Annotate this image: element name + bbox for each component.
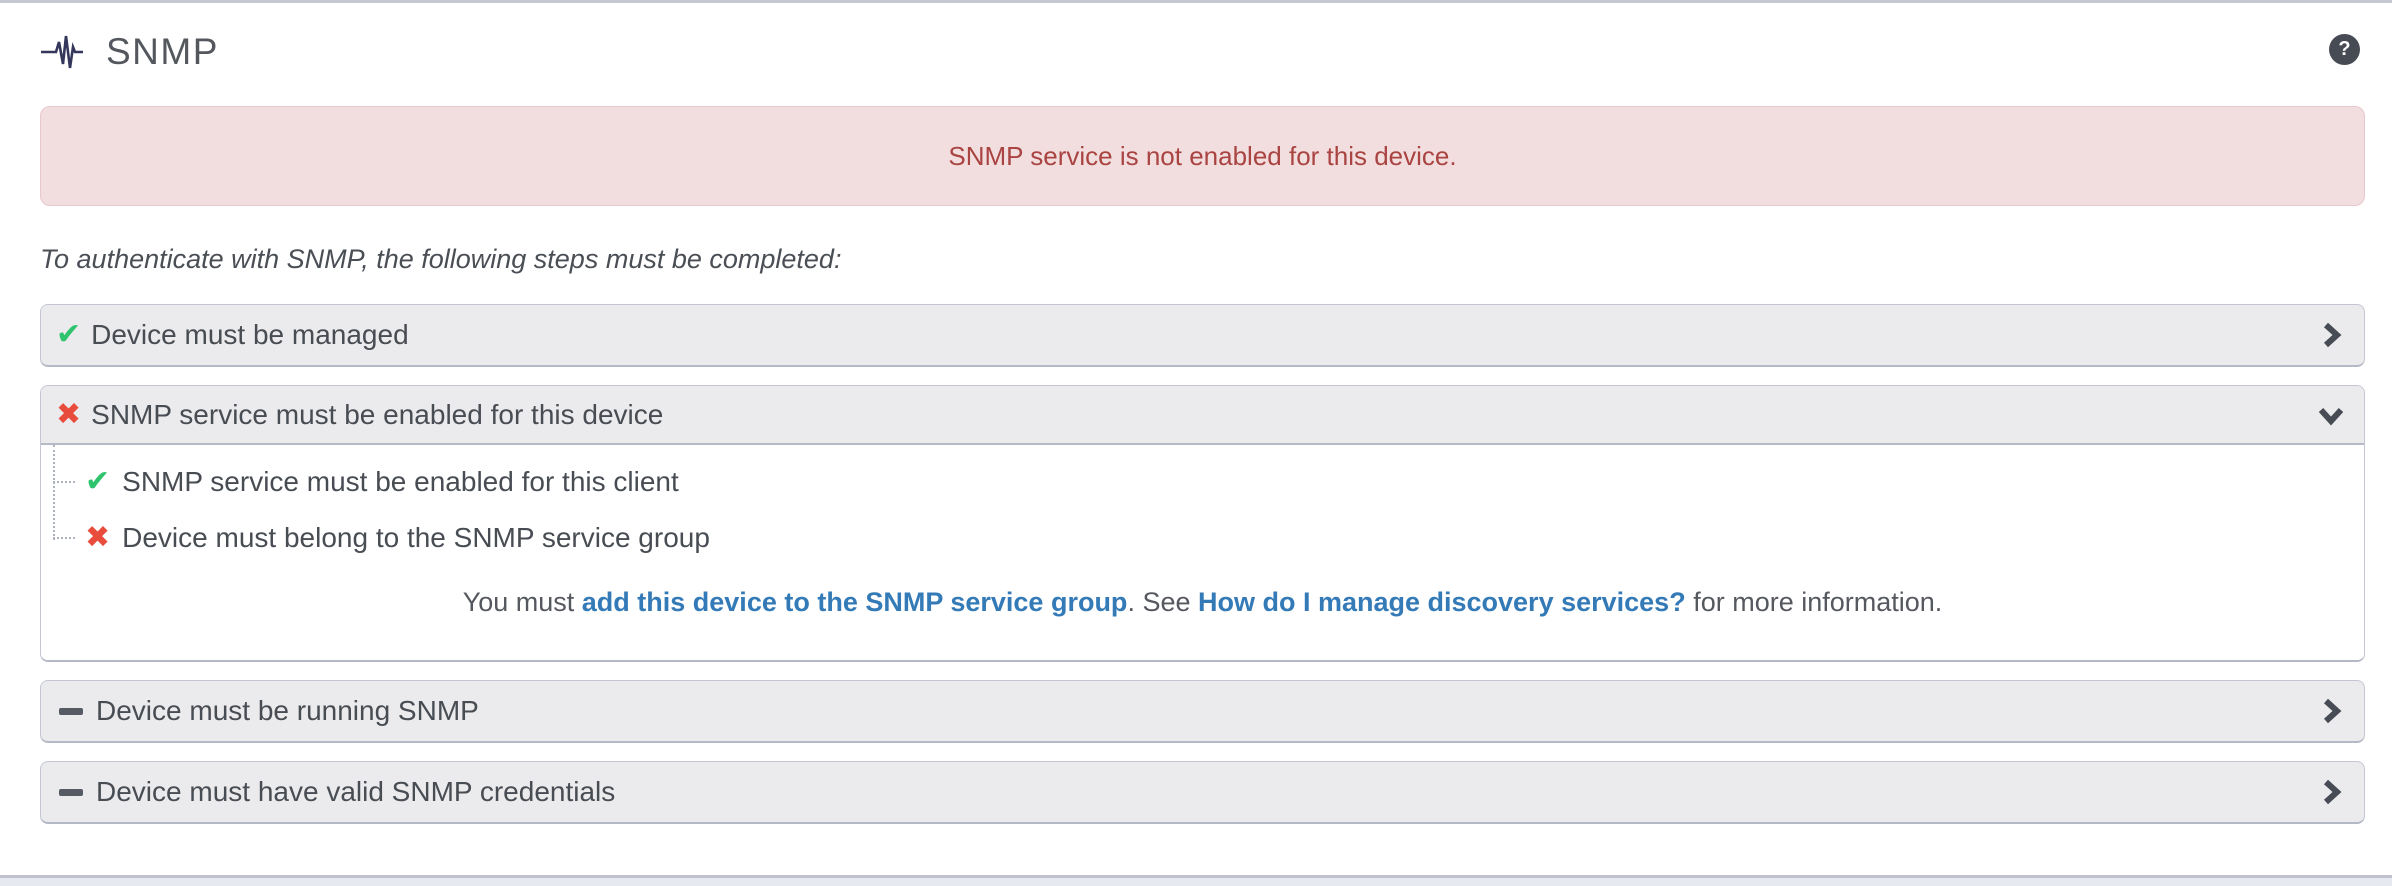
step-snmp-enabled-device: ✖ SNMP service must be enabled for this … xyxy=(40,385,2365,662)
panel-header: SNMP xyxy=(0,3,2392,75)
step-running-snmp: Device must be running SNMP xyxy=(40,680,2365,743)
intro-text: To authenticate with SNMP, the following… xyxy=(40,244,842,274)
chevron-down-icon xyxy=(2318,402,2344,428)
help-button[interactable]: ? xyxy=(2329,34,2360,65)
steps-accordion: ✔ Device must be managed ✖ SNMP service … xyxy=(0,304,2392,824)
manage-discovery-services-link[interactable]: How do I manage discovery services? xyxy=(1198,587,1686,617)
remediation-note: You must add this device to the SNMP ser… xyxy=(41,587,2364,618)
next-section-edge xyxy=(0,878,2392,886)
step-label: Device must have valid SNMP credentials xyxy=(96,776,616,807)
pulse-activity-icon xyxy=(40,33,84,71)
step-label: Device must be managed xyxy=(91,319,409,350)
accordion-header[interactable]: ✖ SNMP service must be enabled for this … xyxy=(41,386,2364,445)
step-label: SNMP service must be enabled for this de… xyxy=(91,398,664,430)
note-text: You must xyxy=(462,587,582,617)
note-text: . See xyxy=(1127,587,1198,617)
accordion-header[interactable]: Device must be running SNMP xyxy=(41,681,2364,741)
accordion-header[interactable]: ✔ Device must be managed xyxy=(41,305,2364,365)
alert-message: SNMP service is not enabled for this dev… xyxy=(948,140,1457,171)
error-alert-banner: SNMP service is not enabled for this dev… xyxy=(40,106,2365,206)
minus-dash-icon xyxy=(59,707,83,715)
check-icon: ✔ xyxy=(56,318,82,351)
check-icon: ✔ xyxy=(85,465,111,498)
minus-dash-icon xyxy=(59,788,83,796)
tree-branch-line xyxy=(53,481,75,483)
tree-branch-line xyxy=(53,537,75,539)
subcheck-service-group: ✖ Device must belong to the SNMP service… xyxy=(53,519,710,557)
chevron-right-icon xyxy=(2318,779,2344,805)
step-valid-credentials: Device must have valid SNMP credentials xyxy=(40,761,2365,824)
page-title: SNMP xyxy=(106,31,219,72)
add-device-to-service-group-link[interactable]: add this device to the SNMP service grou… xyxy=(582,587,1128,617)
step-label: Device must be running SNMP xyxy=(96,695,479,726)
chevron-right-icon xyxy=(2318,698,2344,724)
cross-icon: ✖ xyxy=(56,397,82,431)
accordion-header[interactable]: Device must have valid SNMP credentials xyxy=(41,762,2364,822)
subcheck-label: Device must belong to the SNMP service g… xyxy=(122,522,710,553)
note-text: for more information. xyxy=(1685,587,1943,617)
step-device-managed: ✔ Device must be managed xyxy=(40,304,2365,367)
cross-icon: ✖ xyxy=(85,521,111,554)
chevron-right-icon xyxy=(2318,322,2344,348)
question-mark-icon: ? xyxy=(2338,38,2351,60)
subcheck-snmp-client: ✔ SNMP service must be enabled for this … xyxy=(53,463,679,501)
accordion-body: ✔ SNMP service must be enabled for this … xyxy=(41,445,2364,660)
snmp-panel: SNMP ? SNMP service is not enabled for t… xyxy=(0,0,2392,886)
subcheck-label: SNMP service must be enabled for this cl… xyxy=(122,466,679,497)
